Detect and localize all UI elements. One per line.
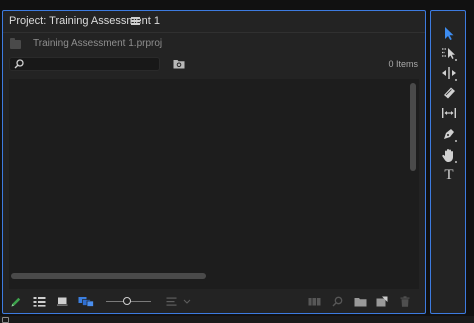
- pencil-icon[interactable]: [10, 296, 22, 308]
- track-select-tool[interactable]: [441, 45, 457, 61]
- vertical-scrollbar[interactable]: [410, 83, 416, 171]
- slip-icon: [442, 108, 456, 118]
- freeform-view-icon[interactable]: [78, 296, 94, 307]
- selection-tool[interactable]: [441, 25, 457, 41]
- ripple-edit-icon: [442, 67, 457, 81]
- tools-panel: T: [430, 10, 466, 314]
- list-view-icon[interactable]: [33, 296, 46, 307]
- icon-view-icon[interactable]: [57, 296, 68, 306]
- selection-arrow-icon: [445, 27, 454, 40]
- horizontal-scrollbar[interactable]: [11, 273, 206, 279]
- hand-tool[interactable]: [441, 147, 457, 163]
- sort-icon[interactable]: [166, 296, 192, 307]
- type-tool[interactable]: T: [441, 167, 457, 183]
- search-icon: [14, 59, 24, 69]
- bottom-strip: [0, 316, 474, 323]
- find-icon[interactable]: [332, 296, 343, 307]
- track-select-icon: [442, 48, 457, 61]
- panel-header: Project: Training Assessment 1: [3, 11, 425, 33]
- slip-tool[interactable]: [441, 105, 457, 121]
- razor-tool[interactable]: [441, 85, 457, 101]
- folder-icon: [10, 38, 21, 49]
- automate-to-sequence-icon[interactable]: [308, 296, 321, 307]
- new-item-icon[interactable]: [376, 296, 388, 307]
- search-input[interactable]: [26, 58, 156, 70]
- new-bin-icon[interactable]: [354, 296, 367, 307]
- items-count: 0 Items: [388, 59, 418, 69]
- razor-icon: [444, 87, 455, 99]
- pen-tool[interactable]: [441, 126, 457, 142]
- project-file-row: Training Assessment 1.prproj: [9, 38, 309, 52]
- panel-icon: [2, 317, 9, 323]
- ripple-edit-tool[interactable]: [441, 65, 457, 81]
- project-file-name: Training Assessment 1.prproj: [33, 38, 163, 49]
- new-search-bin-icon[interactable]: [173, 58, 185, 69]
- trash-icon[interactable]: [400, 296, 410, 307]
- project-panel: Project: Training Assessment 1 Training …: [2, 10, 426, 314]
- type-tool-glyph: T: [444, 167, 454, 183]
- zoom-slider-thumb[interactable]: [123, 297, 131, 305]
- project-bottom-bar: [3, 291, 425, 313]
- hand-icon: [442, 149, 457, 163]
- pen-icon: [444, 129, 457, 142]
- project-content-area[interactable]: [9, 79, 419, 289]
- search-box[interactable]: [9, 57, 160, 71]
- panel-menu-icon[interactable]: [131, 17, 140, 25]
